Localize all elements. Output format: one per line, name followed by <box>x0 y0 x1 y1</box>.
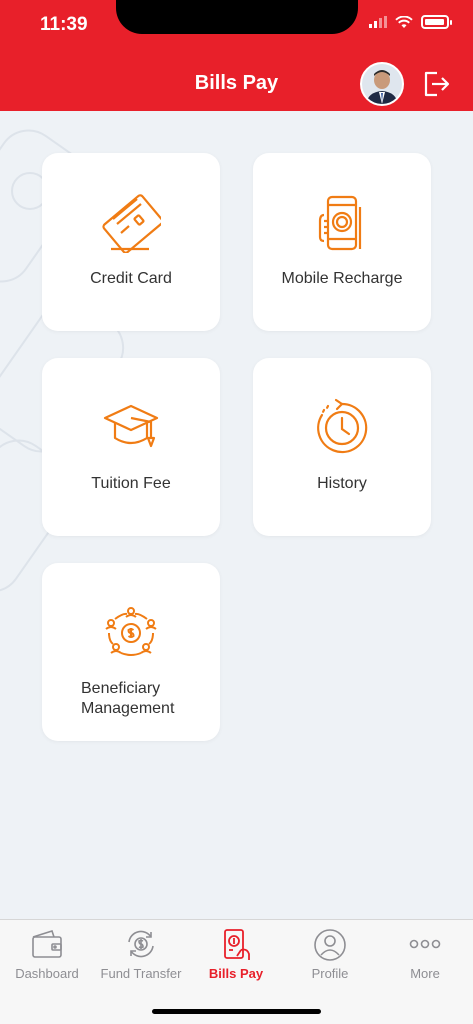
credit-card-icon <box>102 194 161 253</box>
tile-label: Credit Card <box>90 270 172 287</box>
tile-label: Tuition Fee <box>91 475 171 492</box>
tile-label: Mobile Recharge <box>281 270 403 287</box>
home-indicator[interactable] <box>152 1009 321 1014</box>
mobile-recharge-icon <box>318 195 362 251</box>
tile-mobile-recharge[interactable]: Mobile Recharge <box>253 153 431 331</box>
tab-dashboard[interactable]: Dashboard <box>0 920 94 990</box>
tile-history[interactable]: History <box>253 358 431 536</box>
graduation-cap-icon <box>103 404 159 448</box>
tile-beneficiary-management[interactable]: Beneficiary Management <box>42 563 220 741</box>
wifi-icon <box>395 15 413 28</box>
more-icon <box>409 939 441 949</box>
history-clock-icon <box>317 398 368 454</box>
tile-label: History <box>317 475 367 492</box>
tab-fund-transfer[interactable]: Fund Transfer <box>94 920 188 990</box>
tab-label: More <box>410 966 440 981</box>
tab-more[interactable]: More <box>378 920 472 990</box>
status-time: 11:39 <box>40 14 88 35</box>
fund-transfer-icon <box>128 930 154 958</box>
tab-label: Profile <box>311 966 349 981</box>
signal-icon <box>369 16 387 28</box>
tab-label: Fund Transfer <box>100 966 182 981</box>
battery-icon <box>421 15 452 29</box>
tab-label: Bills Pay <box>208 966 264 981</box>
tile-credit-card[interactable]: Credit Card <box>42 153 220 331</box>
bills-pay-icon <box>224 929 250 960</box>
avatar[interactable] <box>360 62 404 106</box>
tab-label: Dashboard <box>15 966 79 981</box>
tile-label-line1: Beneficiary <box>81 680 161 697</box>
status-icons <box>369 15 452 29</box>
profile-icon <box>314 929 346 961</box>
tab-bills-pay[interactable]: Bills Pay <box>189 920 283 990</box>
wallet-icon <box>32 930 62 958</box>
tile-tuition-fee[interactable]: Tuition Fee <box>42 358 220 536</box>
app-header: 11:39 Bills Pay <box>0 0 473 111</box>
tile-label-line2: Management <box>81 700 175 717</box>
logout-icon[interactable] <box>420 68 452 100</box>
bills-pay-menu: Credit Card Mobile Recharge Tuition Fee … <box>0 111 473 919</box>
beneficiary-network-icon <box>105 607 157 656</box>
tab-profile[interactable]: Profile <box>283 920 377 990</box>
device-notch <box>116 0 358 34</box>
